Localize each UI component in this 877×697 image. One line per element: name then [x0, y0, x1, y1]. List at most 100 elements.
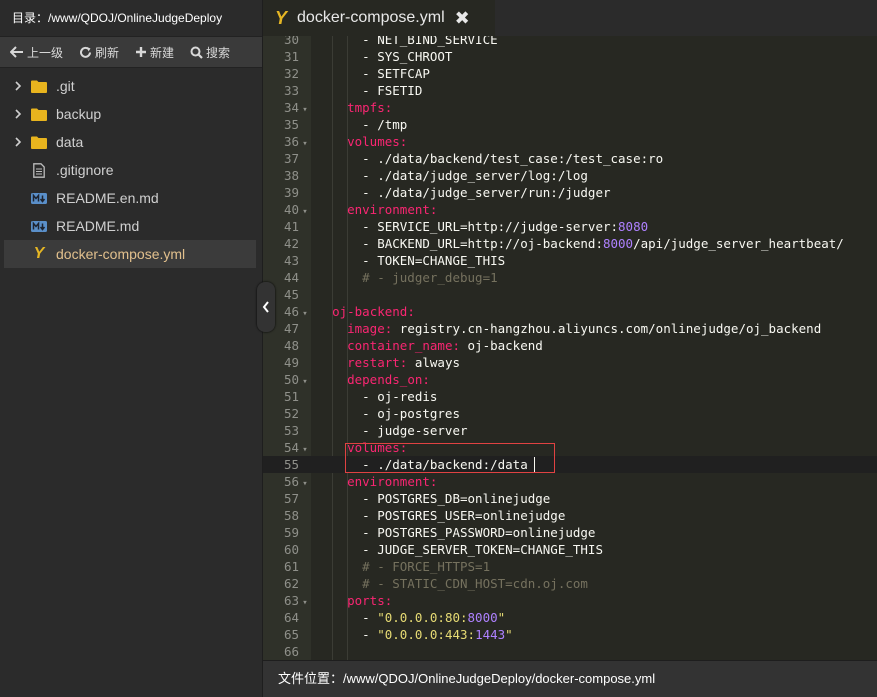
code-line[interactable]: 45 — [263, 286, 877, 303]
code-text: - oj-postgres — [317, 406, 460, 421]
line-number: 64 — [283, 610, 299, 625]
code-line[interactable]: 36 ▾ volumes: — [263, 133, 877, 150]
code-line[interactable]: 30 - NET_BIND_SERVICE — [263, 36, 877, 48]
line-number: 50 — [283, 372, 299, 387]
code-line[interactable]: 61 # - FORCE_HTTPS=1 — [263, 558, 877, 575]
code-line[interactable]: 60 - JUDGE_SERVER_TOKEN=CHANGE_THIS — [263, 541, 877, 558]
code-text: oj-backend: — [332, 304, 415, 319]
code-text: - /tmp — [317, 117, 408, 132]
file-location-text: 文件位置：/www/QDOJ/OnlineJudgeDeploy/docker-… — [278, 671, 656, 686]
tree-item-readme[interactable]: README.md — [0, 212, 262, 240]
tree-item-gitignore[interactable]: .gitignore — [0, 156, 262, 184]
code-line[interactable]: 35 - /tmp — [263, 116, 877, 133]
tree-item-data[interactable]: data — [0, 128, 262, 156]
code-line[interactable]: 37 - ./data/backend/test_case:/test_case… — [263, 150, 877, 167]
plus-icon — [136, 47, 147, 57]
line-number: 63 — [283, 593, 299, 608]
close-icon[interactable]: ✖ — [455, 8, 470, 29]
new-button[interactable]: 新建 — [135, 44, 174, 61]
code-line[interactable]: 62 # - STATIC_CDN_HOST=cdn.oj.com — [263, 575, 877, 592]
chevron-right-icon[interactable] — [6, 81, 30, 91]
tree-item-label: .gitignore — [56, 162, 114, 178]
code-line[interactable]: 49 restart: always — [263, 354, 877, 371]
chevron-right-icon[interactable] — [6, 137, 30, 147]
code-line[interactable]: 31 - SYS_CHROOT — [263, 48, 877, 65]
tree-item-label: data — [56, 134, 84, 150]
arrow-left-icon — [10, 46, 23, 58]
status-bar: 文件位置：/www/QDOJ/OnlineJudgeDeploy/docker-… — [263, 660, 877, 697]
line-number: 62 — [283, 576, 299, 591]
line-number: 58 — [283, 508, 299, 523]
chevron-right-icon[interactable] — [6, 109, 30, 119]
code-text: - judge-server — [317, 423, 468, 438]
search-button[interactable]: 搜索 — [190, 44, 230, 61]
code-line[interactable]: 55 - ./data/backend:/data — [263, 456, 877, 473]
tree-item-backup[interactable]: backup — [0, 100, 262, 128]
tree-item-docker-compose[interactable]: Y docker-compose.yml — [4, 240, 256, 268]
line-number: 41 — [283, 219, 299, 234]
line-number: 42 — [283, 236, 299, 251]
code-line[interactable]: 64 - "0.0.0.0:80:8000" — [263, 609, 877, 626]
code-line[interactable]: 52 - oj-postgres — [263, 405, 877, 422]
tree-item-git[interactable]: .git — [0, 72, 262, 100]
line-number: 37 — [283, 151, 299, 166]
folder-icon — [30, 108, 48, 121]
code-line[interactable]: 44 # - judger_debug=1 — [263, 269, 877, 286]
code-text: - ./data/judge_server/log:/log — [317, 168, 588, 183]
code-line[interactable]: 65 - "0.0.0.0:443:1443" — [263, 626, 877, 643]
code-text: ports: — [347, 593, 393, 608]
code-line[interactable]: 39 - ./data/judge_server/run:/judger — [263, 184, 877, 201]
code-editor[interactable]: 30 - NET_BIND_SERVICE 31 - SYS_CHROOT 32 -… — [263, 36, 877, 660]
code-line[interactable]: 40 ▾ environment: — [263, 201, 877, 218]
code-line[interactable]: 56 ▾ environment: — [263, 473, 877, 490]
code-text: - TOKEN=CHANGE_THIS — [317, 253, 506, 268]
code-line[interactable]: 63 ▾ ports: — [263, 592, 877, 609]
line-number: 55 — [283, 457, 299, 472]
new-label: 新建 — [150, 45, 175, 60]
explorer-toolbar: 上一级 刷新 新建 搜索 — [0, 36, 262, 68]
markdown-icon — [30, 192, 48, 204]
line-number: 30 — [283, 36, 299, 47]
file-explorer-sidebar: 目录：/www/QDOJ/OnlineJudgeDeploy 上一级 刷新 新建… — [0, 0, 263, 697]
up-level-button[interactable]: 上一级 — [10, 44, 63, 61]
code-line[interactable]: 53 - judge-server — [263, 422, 877, 439]
up-level-label: 上一级 — [27, 45, 64, 60]
code-line[interactable]: 33 - FSETID — [263, 82, 877, 99]
code-line[interactable]: 66 — [263, 643, 877, 660]
code-line[interactable]: 42 - BACKEND_URL=http://oj-backend:8000/… — [263, 235, 877, 252]
code-text: - POSTGRES_PASSWORD=onlinejudge — [317, 525, 596, 540]
code-line[interactable]: 38 - ./data/judge_server/log:/log — [263, 167, 877, 184]
text-cursor — [534, 457, 535, 472]
code-line[interactable]: 43 - TOKEN=CHANGE_THIS — [263, 252, 877, 269]
code-line[interactable]: 47 image: registry.cn-hangzhou.aliyuncs.… — [263, 320, 877, 337]
line-number: 36 — [283, 134, 299, 149]
code-line[interactable]: 41 - SERVICE_URL=http://judge-server:808… — [263, 218, 877, 235]
tree-item-readme-en[interactable]: README.en.md — [0, 184, 262, 212]
code-line[interactable]: 58 - POSTGRES_USER=onlinejudge — [263, 507, 877, 524]
code-text: - ./data/backend/test_case:/test_case:ro — [317, 151, 664, 166]
search-icon — [190, 46, 203, 59]
code-line[interactable]: 32 - SETFCAP — [263, 65, 877, 82]
code-text: depends_on: — [347, 372, 430, 387]
editor-tab-bar: Y docker-compose.yml ✖ — [263, 0, 877, 36]
code-line[interactable]: 46 ▾ oj-backend: — [263, 303, 877, 320]
line-number: 35 — [283, 117, 299, 132]
file-tree: .git backup data .gitignore README.en.md… — [0, 68, 262, 268]
code-text: container_name: oj-backend — [347, 338, 543, 353]
code-line[interactable]: 34 ▾ tmpfs: — [263, 99, 877, 116]
code-text: image: registry.cn-hangzhou.aliyuncs.com… — [347, 321, 822, 336]
line-number: 52 — [283, 406, 299, 421]
refresh-button[interactable]: 刷新 — [79, 44, 119, 61]
line-number: 48 — [283, 338, 299, 353]
code-line[interactable]: 57 - POSTGRES_DB=onlinejudge — [263, 490, 877, 507]
code-line[interactable]: 51 - oj-redis — [263, 388, 877, 405]
code-line[interactable]: 59 - POSTGRES_PASSWORD=onlinejudge — [263, 524, 877, 541]
sidebar-collapse-handle[interactable] — [257, 282, 275, 332]
code-line[interactable]: 48 container_name: oj-backend — [263, 337, 877, 354]
tab-label: docker-compose.yml — [297, 9, 445, 26]
code-line[interactable]: 50 ▾ depends_on: — [263, 371, 877, 388]
line-number: 31 — [283, 49, 299, 64]
code-line[interactable]: 54 ▾ volumes: — [263, 439, 877, 456]
code-text: - NET_BIND_SERVICE — [317, 36, 498, 47]
tab-docker-compose[interactable]: Y docker-compose.yml ✖ — [263, 0, 495, 36]
